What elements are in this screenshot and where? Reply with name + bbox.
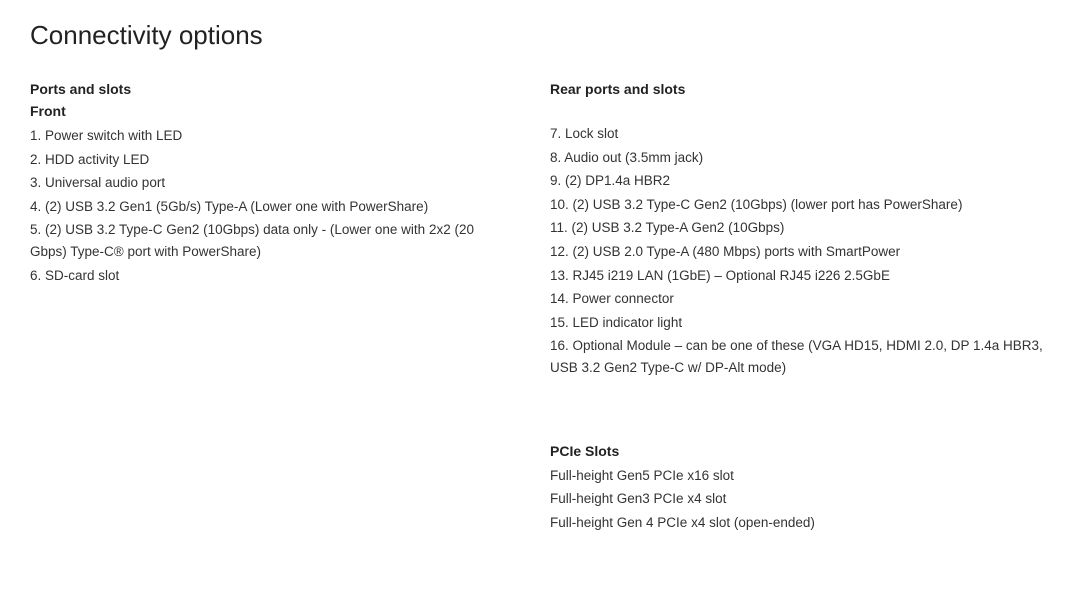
list-item: 11. (2) USB 3.2 Type-A Gen2 (10Gbps): [550, 217, 1050, 239]
list-item: 15. LED indicator light: [550, 312, 1050, 334]
list-item: Full-height Gen3 PCIe x4 slot: [550, 488, 1050, 510]
list-item: 4. (2) USB 3.2 Gen1 (5Gb/s) Type-A (Lowe…: [30, 196, 500, 218]
list-item: 7. Lock slot: [550, 123, 1050, 145]
rear-ports-section: Rear ports and slots 7. Lock slot 8. Aud…: [550, 81, 1050, 379]
ports-slots-section: Ports and slots Front 1. Power switch wi…: [30, 81, 500, 286]
list-item: 2. HDD activity LED: [30, 149, 500, 171]
list-item: 10. (2) USB 3.2 Type-C Gen2 (10Gbps) (lo…: [550, 194, 1050, 216]
list-item: Full-height Gen 4 PCIe x4 slot (open-end…: [550, 512, 1050, 534]
left-column: Ports and slots Front 1. Power switch wi…: [30, 81, 540, 557]
rear-ports-heading: Rear ports and slots: [550, 81, 1050, 97]
list-item: 3. Universal audio port: [30, 172, 500, 194]
list-item: 16. Optional Module – can be one of thes…: [550, 335, 1050, 378]
page-title: Connectivity options: [30, 20, 1050, 51]
pcie-slots-section: PCIe Slots Full-height Gen5 PCIe x16 slo…: [550, 443, 1050, 534]
list-item: 8. Audio out (3.5mm jack): [550, 147, 1050, 169]
list-item: 9. (2) DP1.4a HBR2: [550, 170, 1050, 192]
right-column: Rear ports and slots 7. Lock slot 8. Aud…: [540, 81, 1050, 557]
front-subheading: Front: [30, 103, 500, 119]
ports-slots-heading: Ports and slots: [30, 81, 500, 97]
pcie-heading: PCIe Slots: [550, 443, 1050, 459]
list-item: Full-height Gen5 PCIe x16 slot: [550, 465, 1050, 487]
content-area: Ports and slots Front 1. Power switch wi…: [30, 81, 1050, 557]
list-item: 1. Power switch with LED: [30, 125, 500, 147]
list-item: 14. Power connector: [550, 288, 1050, 310]
list-item: 13. RJ45 i219 LAN (1GbE) – Optional RJ45…: [550, 265, 1050, 287]
list-item: 6. SD-card slot: [30, 265, 500, 287]
list-item: 12. (2) USB 2.0 Type-A (480 Mbps) ports …: [550, 241, 1050, 263]
list-item: 5. (2) USB 3.2 Type-C Gen2 (10Gbps) data…: [30, 219, 500, 262]
